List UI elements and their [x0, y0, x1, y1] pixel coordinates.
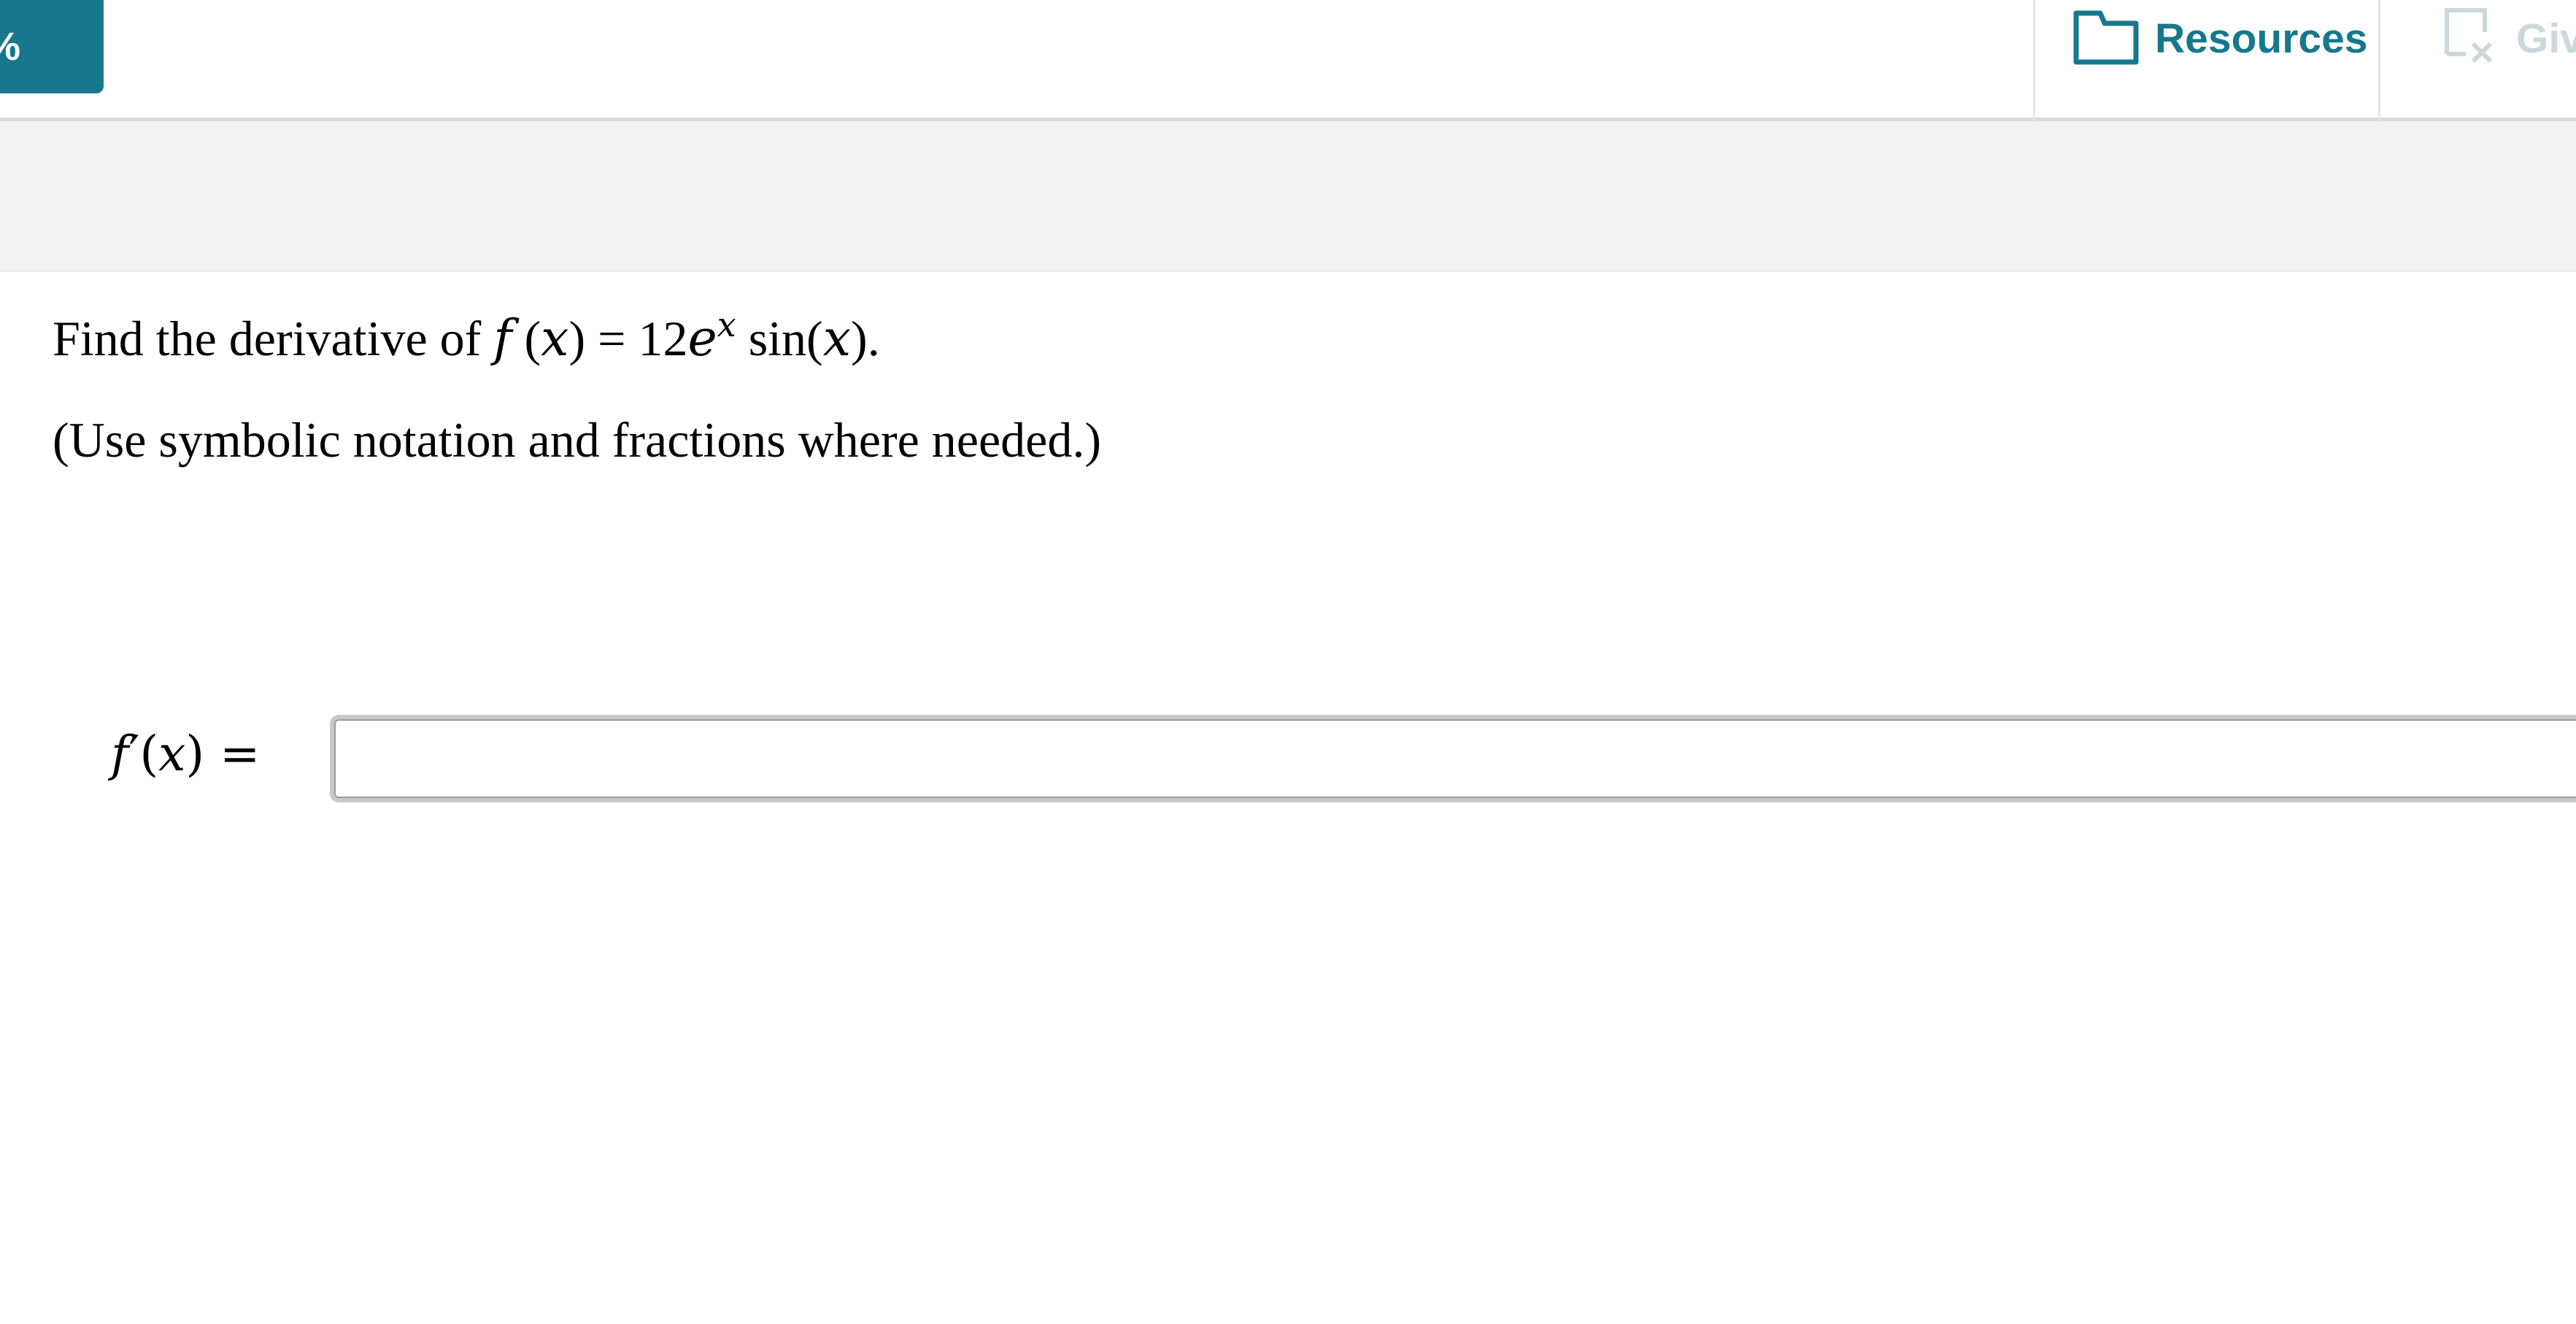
question-text: Find the derivative of f (x) = 12ex sin(…	[53, 305, 880, 368]
answer-input[interactable]	[330, 715, 2576, 802]
give-up-label: Giv	[2516, 15, 2576, 62]
exponent: x	[717, 305, 736, 344]
instructions-text: (Use symbolic notation and fractions whe…	[53, 412, 1101, 468]
top-toolbar: % Resources Giv	[0, 0, 2576, 121]
trig-variable: x	[822, 310, 852, 368]
question-prefix: Find the derivative of	[53, 311, 494, 366]
resources-label: Resources	[2155, 15, 2368, 62]
exponential-base: e	[687, 310, 717, 368]
question-header-band	[0, 121, 2576, 272]
answer-label: f′(x) =	[111, 726, 260, 782]
score-text: %	[0, 0, 20, 93]
resources-button[interactable]: Resources	[2036, 0, 2379, 117]
answer-label-var: x	[158, 726, 186, 782]
toolbar-divider	[2033, 0, 2035, 121]
answer-label-prime: ′(	[128, 726, 159, 782]
answer-label-equals: ) =	[185, 726, 261, 782]
trig-function: sin(	[736, 311, 823, 366]
folder-icon	[2073, 10, 2139, 65]
function-coefficient: ) = 12	[568, 311, 688, 366]
function-variable: x	[541, 310, 569, 368]
function-open: (	[512, 311, 541, 366]
function-name: f	[493, 310, 512, 368]
answer-label-f: f	[111, 726, 129, 782]
trig-close: ).	[851, 311, 880, 366]
give-up-icon	[2445, 8, 2493, 63]
score-badge[interactable]: %	[0, 0, 104, 93]
give-up-button[interactable]: Giv	[2380, 0, 2576, 117]
